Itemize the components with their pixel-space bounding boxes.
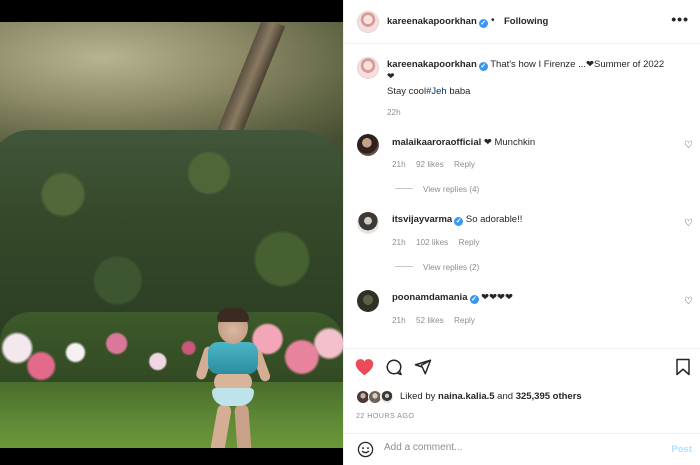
post-photo-pane[interactable] (0, 0, 343, 465)
add-comment-bar: Post (344, 433, 700, 465)
commenter-username[interactable]: poonamdamania ✓ (392, 292, 479, 304)
liked-by-and: and (494, 391, 516, 402)
replies-line (395, 266, 413, 267)
photo-letterbox-top (0, 0, 343, 22)
child-swim-diaper (212, 388, 254, 406)
caption-author-username[interactable]: kareenakapoorkhan ✓ (387, 59, 488, 71)
commenter-username[interactable]: itsvijayvarma ✓ (392, 214, 464, 226)
photo-letterbox-bottom (0, 448, 343, 465)
comment-text-row: poonamdamania ✓ ❤❤❤❤ (392, 292, 513, 304)
liked-by-prefix: Liked by (400, 391, 439, 402)
photo-child (194, 308, 272, 448)
comment-likes[interactable]: 102 likes (416, 238, 448, 247)
comment-text-row: malaikaaroraofficial ❤ Munchkin (392, 137, 535, 148)
share-icon[interactable] (414, 358, 432, 381)
save-icon[interactable] (675, 358, 691, 381)
following-button[interactable]: Following (504, 16, 548, 27)
comment-time[interactable]: 21h (392, 160, 406, 169)
post-comment-button[interactable]: Post (671, 444, 692, 455)
verified-badge-icon: ✓ (469, 295, 479, 304)
heart-icon[interactable] (355, 358, 374, 381)
caption-timestamp[interactable]: 22h (387, 108, 401, 117)
commenter-avatar[interactable] (357, 290, 379, 312)
comment-icon[interactable] (385, 358, 403, 381)
posted-timestamp[interactable]: 22 HOURS AGO (356, 411, 414, 420)
more-options-icon[interactable]: ••• (671, 11, 689, 27)
comment-meta: 21h 92 likes Reply (392, 160, 483, 169)
child-hair (217, 308, 249, 322)
comment-like-heart-icon[interactable]: ♡ (684, 140, 693, 151)
comment-meta: 21h 52 likes Reply (392, 316, 483, 325)
caption-line2-text: Stay cool (387, 86, 427, 97)
comment-reply-button[interactable]: Reply (459, 238, 480, 247)
liker-avatar[interactable] (380, 390, 394, 404)
emoji-icon[interactable] (357, 441, 374, 463)
caption-second-line: Stay cool#Jeh baba (387, 86, 470, 97)
view-replies-label: View replies (2) (423, 263, 480, 272)
comment-meta: 21h 102 likes Reply (392, 238, 488, 247)
view-replies-label: View replies (4) (423, 185, 480, 194)
child-leg-right (234, 403, 252, 448)
add-comment-input[interactable] (384, 442, 644, 453)
comment-text: ❤❤❤❤ (481, 292, 513, 303)
comment-reply-button[interactable]: Reply (454, 160, 475, 169)
child-leg-left (209, 403, 233, 448)
liked-by-count[interactable]: 325,395 others (516, 391, 582, 402)
commenter-avatar[interactable] (357, 212, 379, 234)
commenter-username[interactable]: malaikaaroraofficial (392, 137, 481, 148)
separator-dot: • (491, 15, 495, 26)
comment-likes[interactable]: 52 likes (416, 316, 444, 325)
verified-badge-icon: ✓ (478, 62, 488, 71)
caption-line2-suffix: baba (446, 86, 471, 97)
comment-likes[interactable]: 92 likes (416, 160, 444, 169)
commenter-avatar[interactable] (357, 134, 379, 156)
liked-by-text[interactable]: Liked by naina.kalia.5 and 325,395 other… (400, 391, 582, 402)
caption-text: That's how I Firenze ...❤Summer of 2022 (490, 59, 665, 70)
comment-text: ❤ Munchkin (483, 137, 536, 148)
comment-time[interactable]: 21h (392, 238, 406, 247)
photo-trees-background (0, 22, 343, 142)
view-replies-button[interactable]: View replies (4) (395, 185, 479, 194)
comment-like-heart-icon[interactable]: ♡ (684, 218, 693, 229)
caption-author-avatar[interactable] (357, 57, 379, 79)
post-header: kareenakapoorkhan ✓ • Following ••• (344, 0, 700, 44)
liked-by-user[interactable]: naina.kalia.5 (438, 391, 495, 402)
caption-first-line: kareenakapoorkhan ✓ That's how I Firenze … (387, 59, 687, 71)
comment-reply-button[interactable]: Reply (454, 316, 475, 325)
verified-badge-icon: ✓ (478, 19, 488, 28)
caption-heart-emoji: ❤ (387, 71, 395, 81)
comment-time[interactable]: 21h (392, 316, 406, 325)
post-photo[interactable] (0, 22, 343, 448)
comment-text: So adorable!! (465, 214, 523, 225)
verified-badge-icon: ✓ (454, 217, 464, 226)
author-avatar[interactable] (357, 11, 379, 33)
photo-grass (0, 382, 343, 448)
view-replies-button[interactable]: View replies (2) (395, 263, 479, 272)
child-life-vest (208, 342, 258, 374)
replies-line (395, 188, 413, 189)
post-side-panel: kareenakapoorkhan ✓ • Following ••• karee… (343, 0, 700, 465)
author-username[interactable]: kareenakapoorkhan ✓ (387, 16, 488, 28)
hashtag-link[interactable]: #Jeh (426, 86, 447, 97)
comment-like-heart-icon[interactable]: ♡ (684, 296, 693, 307)
post-actions: Liked by naina.kalia.5 and 325,395 other… (344, 348, 700, 438)
comment-text-row: itsvijayvarma ✓ So adorable!! (392, 214, 522, 226)
